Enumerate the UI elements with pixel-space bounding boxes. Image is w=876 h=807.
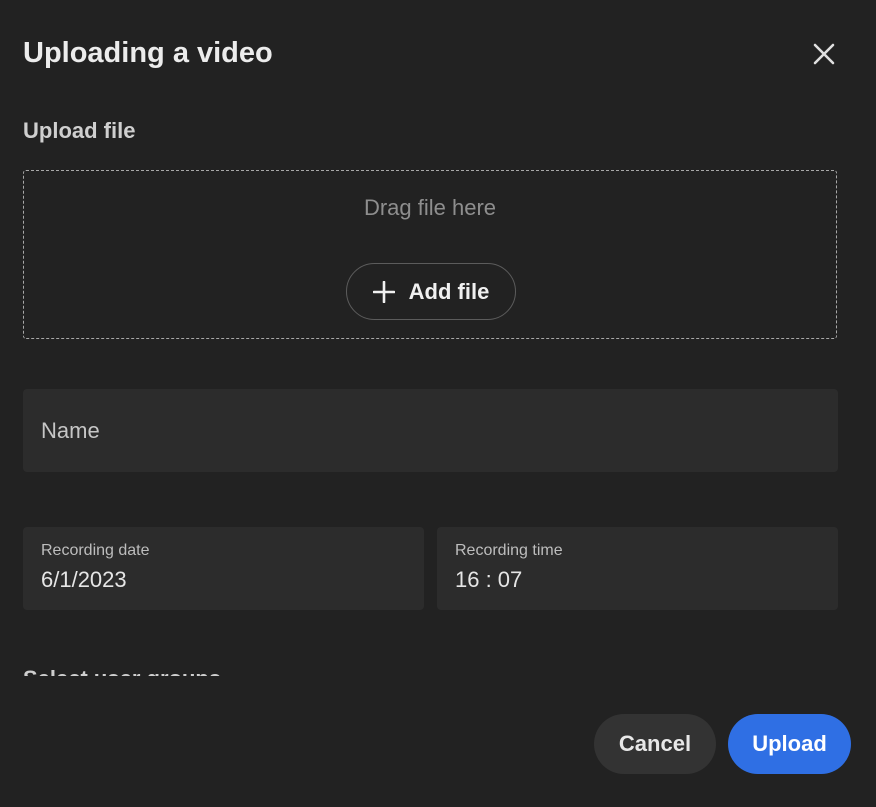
recording-time-field[interactable]: Recording time 16 : 07 xyxy=(437,527,838,610)
drop-hint: Drag file here xyxy=(363,195,497,220)
plus-icon xyxy=(372,280,395,303)
cancel-button[interactable]: Cancel xyxy=(594,714,716,774)
user-groups-heading-clip: Select user groups xyxy=(23,660,423,676)
recording-time-value: 16 : 07 xyxy=(455,567,523,592)
add-file-label: Add file xyxy=(408,278,490,304)
recording-date-value: 6/1/2023 xyxy=(41,567,127,592)
recording-time-label: Recording time xyxy=(455,542,563,559)
user-groups-heading: Select user groups xyxy=(23,664,221,676)
name-field[interactable]: Name xyxy=(23,389,838,472)
file-dropzone[interactable]: Drag file here Add file xyxy=(23,170,837,339)
upload-video-dialog: Uploading a video Upload file Drag file … xyxy=(0,0,876,807)
add-file-button[interactable]: Add file xyxy=(346,263,516,320)
recording-date-label: Recording date xyxy=(41,542,150,559)
upload-file-heading: Upload file xyxy=(23,118,136,143)
close-button[interactable] xyxy=(804,34,844,74)
recording-date-field[interactable]: Recording date 6/1/2023 xyxy=(23,527,424,610)
dialog-title: Uploading a video xyxy=(23,37,273,69)
name-placeholder: Name xyxy=(41,418,100,443)
upload-button[interactable]: Upload xyxy=(728,714,851,774)
close-icon xyxy=(813,43,835,65)
